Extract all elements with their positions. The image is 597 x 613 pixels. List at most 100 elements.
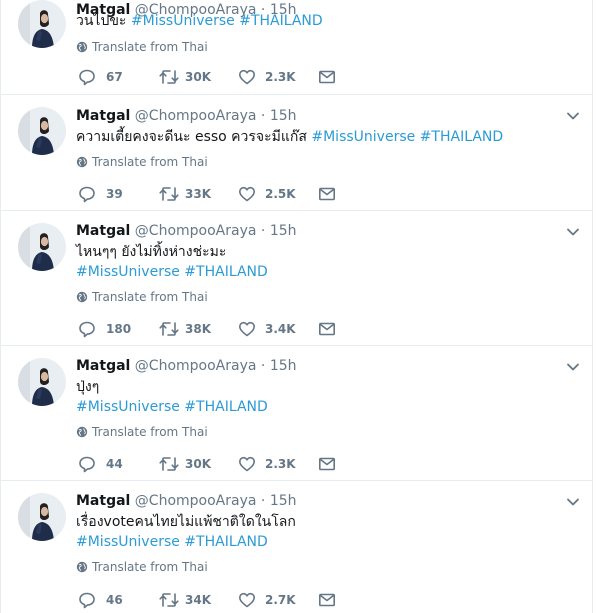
tweet-text: ไหนๆๆ ยังไม่ทิ้งห่างช่ะมะ	[76, 242, 226, 262]
chevron-down-icon[interactable]	[565, 494, 581, 510]
translate-label: Translate from Thai	[92, 290, 208, 304]
hashtag-link[interactable]: #MissUniverse #THAILAND	[76, 534, 268, 550]
retweet-button[interactable]: 33K	[159, 184, 229, 204]
user-handle[interactable]: @ChompooAraya	[135, 493, 257, 509]
tweet-actions: 46 34K 2.7K	[76, 590, 376, 610]
replies-count: 46	[106, 593, 123, 607]
retweet-button[interactable]: 34K	[159, 590, 229, 610]
retweet-button[interactable]: 30K	[159, 454, 229, 474]
tweet-text: วนไปขะ #MissUniverse #THAILAND	[76, 11, 323, 31]
like-button[interactable]: 3.4K	[238, 319, 308, 339]
avatar[interactable]	[18, 358, 66, 406]
globe-icon	[76, 41, 88, 57]
tweet-text-hashtags: #MissUniverse #THAILAND	[76, 532, 268, 552]
tweet-menu-caret[interactable]	[565, 494, 581, 510]
tweet-text-body: ไหนๆๆ ยังไม่ทิ้งห่างช่ะมะ	[76, 244, 227, 260]
translate-label: Translate from Thai	[92, 40, 208, 54]
avatar[interactable]	[18, 107, 66, 155]
tweet-text: ความเตี้ยคงจะดีนะ esso ควรจะมีแก๊ส #Miss…	[76, 127, 503, 147]
like-button[interactable]: 2.3K	[238, 67, 308, 87]
user-handle[interactable]: @ChompooAraya	[135, 223, 257, 239]
separator-dot: ·	[260, 108, 266, 124]
retweet-button[interactable]: 38K	[159, 319, 229, 339]
globe-icon	[76, 156, 88, 172]
retweets-count: 34K	[185, 593, 211, 607]
translate-link[interactable]: Translate from Thai	[76, 39, 208, 55]
tweet-text-body: ความเตี้ยคงจะดีนะ esso ควรจะมีแก๊ส	[76, 129, 312, 145]
replies-count: 67	[106, 70, 123, 84]
user-handle[interactable]: @ChompooAraya	[135, 358, 257, 374]
likes-count: 2.5K	[265, 187, 296, 201]
direct-message-button[interactable]	[318, 184, 338, 204]
tweet[interactable]: Matgal @ChompooAraya · 15h ปุ่งๆ #MissUn…	[1, 346, 592, 481]
chevron-down-icon[interactable]	[565, 224, 581, 240]
tweet-text: เรื่องvoteคนไทยไม่แพ้ชาติใดในโลก	[76, 512, 296, 532]
timestamp[interactable]: 15h	[270, 493, 297, 509]
display-name[interactable]: Matgal	[76, 108, 130, 124]
translate-link[interactable]: Translate from Thai	[76, 154, 208, 170]
avatar[interactable]	[18, 493, 66, 541]
timestamp[interactable]: 15h	[270, 108, 297, 124]
translate-link[interactable]: Translate from Thai	[76, 424, 208, 440]
retweet-button[interactable]: 30K	[159, 67, 229, 87]
tweet-text-hashtags: #MissUniverse #THAILAND	[76, 397, 268, 417]
separator-dot: ·	[260, 493, 266, 509]
direct-message-button[interactable]	[318, 319, 338, 339]
replies-count: 180	[106, 322, 132, 336]
likes-count: 3.4K	[265, 322, 296, 336]
hashtag-link[interactable]: #MissUniverse #THAILAND	[131, 13, 323, 29]
replies-count: 39	[106, 187, 123, 201]
tweet-menu-caret[interactable]	[565, 224, 581, 240]
tweet-actions: 39 33K 2.5K	[76, 184, 376, 204]
tweet-header: Matgal @ChompooAraya · 15h	[76, 106, 297, 126]
avatar[interactable]	[18, 223, 66, 271]
tweet-header: Matgal @ChompooAraya · 15h	[76, 491, 297, 511]
direct-message-button[interactable]	[318, 590, 338, 610]
hashtag-link[interactable]: #MissUniverse #THAILAND	[311, 129, 503, 145]
tweet-text-body: วนไปขะ	[76, 13, 131, 29]
timestamp[interactable]: 15h	[270, 223, 297, 239]
like-button[interactable]: 2.5K	[238, 184, 308, 204]
user-handle[interactable]: @ChompooAraya	[135, 108, 257, 124]
tweet-text: ปุ่งๆ	[76, 377, 99, 397]
display-name[interactable]: Matgal	[76, 358, 130, 374]
reply-button[interactable]: 44	[78, 454, 148, 474]
likes-count: 2.7K	[265, 593, 296, 607]
separator-dot: ·	[260, 358, 266, 374]
tweet-text-body: เรื่องvoteคนไทยไม่แพ้ชาติใดในโลก	[76, 514, 296, 530]
hashtag-link[interactable]: #MissUniverse #THAILAND	[76, 399, 268, 415]
translate-link[interactable]: Translate from Thai	[76, 289, 208, 305]
separator-dot: ·	[260, 223, 266, 239]
globe-icon	[76, 426, 88, 442]
display-name[interactable]: Matgal	[76, 493, 130, 509]
display-name[interactable]: Matgal	[76, 223, 130, 239]
avatar[interactable]	[18, 0, 66, 48]
hashtag-link[interactable]: #MissUniverse #THAILAND	[76, 264, 268, 280]
like-button[interactable]: 2.3K	[238, 454, 308, 474]
reply-button[interactable]: 46	[78, 590, 148, 610]
tweet-text-body: ปุ่งๆ	[76, 379, 100, 395]
tweet-actions: 44 30K 2.3K	[76, 454, 376, 474]
translate-link[interactable]: Translate from Thai	[76, 559, 208, 575]
tweet[interactable]: Matgal @ChompooAraya · 15h วนไปขะ #MissU…	[1, 0, 592, 95]
chevron-down-icon[interactable]	[565, 359, 581, 375]
chevron-down-icon[interactable]	[565, 108, 581, 124]
tweet-actions: 180 38K 3.4K	[76, 319, 376, 339]
direct-message-button[interactable]	[318, 454, 338, 474]
retweets-count: 33K	[185, 187, 211, 201]
reply-button[interactable]: 39	[78, 184, 148, 204]
reply-button[interactable]: 67	[78, 67, 148, 87]
reply-button[interactable]: 180	[78, 319, 148, 339]
tweet[interactable]: Matgal @ChompooAraya · 15h ไหนๆๆ ยังไม่ท…	[1, 211, 592, 346]
tweet[interactable]: Matgal @ChompooAraya · 15h ความเตี้ยคงจะ…	[1, 95, 592, 211]
timestamp[interactable]: 15h	[270, 358, 297, 374]
replies-count: 44	[106, 457, 123, 471]
likes-count: 2.3K	[265, 457, 296, 471]
like-button[interactable]: 2.7K	[238, 590, 308, 610]
tweet[interactable]: Matgal @ChompooAraya · 15h เรื่องvoteคนไ…	[1, 481, 592, 613]
tweet-menu-caret[interactable]	[565, 108, 581, 124]
direct-message-button[interactable]	[318, 67, 338, 87]
translate-label: Translate from Thai	[92, 560, 208, 574]
globe-icon	[76, 291, 88, 307]
tweet-menu-caret[interactable]	[565, 359, 581, 375]
